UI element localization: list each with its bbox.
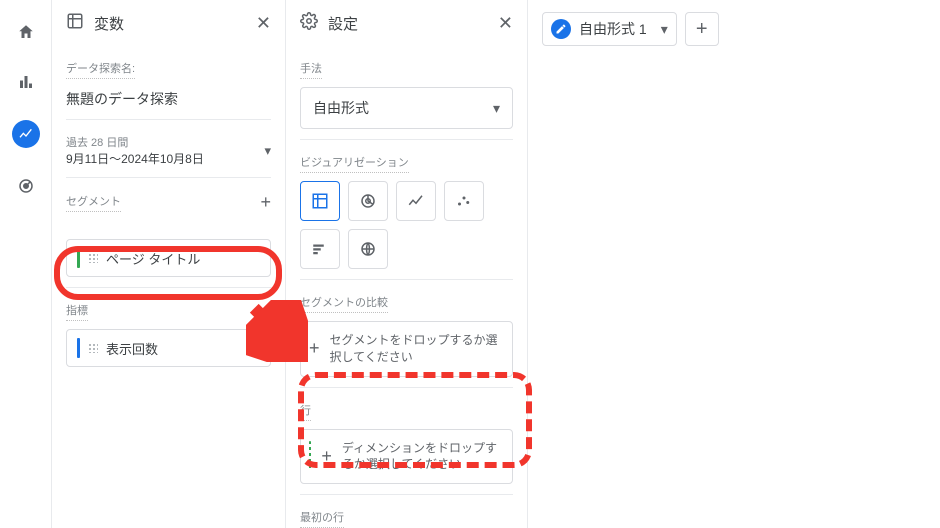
chevron-down-icon: ▾ [264,143,271,159]
chevron-down-icon: ▾ [493,100,500,117]
dimension-chip-page-title[interactable]: ページ タイトル [66,239,271,277]
segment-drop-text: セグメントをドロップするか選択してください [330,332,502,366]
viz-scatter-icon[interactable] [444,181,484,221]
method-select[interactable]: 自由形式 ▾ [300,87,513,129]
dimension-chip-label: ページ タイトル [106,249,200,268]
canvas-area: 自由形式 1 ▾ + [528,0,940,528]
segment-compare-label: セグメントの比較 [300,294,388,313]
plus-icon: + [321,444,332,469]
metric-chip-views[interactable]: 表示回数 [66,329,271,367]
home-icon[interactable] [14,20,38,44]
advertising-icon[interactable] [14,174,38,198]
plus-icon: + [309,336,320,361]
nav-rail [0,0,52,528]
first-row-label: 最初の行 [300,509,344,528]
settings-title: 設定 [328,13,488,34]
reports-icon[interactable] [14,70,38,94]
date-preset-label: 過去 28 日間 [66,134,256,150]
method-value: 自由形式 [313,98,369,118]
viz-bar-icon[interactable] [300,229,340,269]
variables-icon [66,12,84,34]
segments-label: セグメント [66,193,121,212]
viz-geo-icon[interactable] [348,229,388,269]
visualization-label: ビジュアリゼーション [300,154,409,173]
edit-icon [551,19,571,39]
date-range-text: 9月11日～2024年10月8日 [66,150,256,167]
add-tab-button[interactable]: + [685,12,719,46]
variables-title: 変数 [94,13,246,34]
drag-handle-icon [88,343,98,353]
method-label: 手法 [300,60,322,79]
tab-freeform-1[interactable]: 自由形式 1 ▾ [542,12,677,46]
chevron-down-icon: ▾ [661,21,668,38]
drag-handle-icon [88,253,98,263]
viz-line-icon[interactable] [396,181,436,221]
dimension-drop-text: ディメンションをドロップするか選択してください [342,440,502,474]
explore-icon[interactable] [12,120,40,148]
exploration-name[interactable]: 無題のデータ探索 [66,89,271,109]
segment-drop-zone[interactable]: + セグメントをドロップするか選択してください [300,321,513,377]
date-range-picker[interactable]: 過去 28 日間 9月11日～2024年10月8日 ▾ [66,119,271,177]
dimension-drop-zone[interactable]: + ディメンションをドロップするか選択してください [300,429,513,485]
tab-label: 自由形式 1 [579,19,647,39]
viz-table-icon[interactable] [300,181,340,221]
metrics-label: 指標 [66,302,88,321]
gear-icon [300,12,318,34]
exploration-name-label: データ探索名: [66,60,135,79]
add-segment-button[interactable]: + [260,192,271,213]
rows-label: 行 [300,402,311,421]
close-icon[interactable]: ✕ [498,13,513,34]
settings-panel: 設定 ✕ 手法 自由形式 ▾ ビジュアリゼーション [286,0,528,528]
metric-chip-label: 表示回数 [106,339,158,358]
close-icon[interactable]: ✕ [256,13,271,34]
viz-donut-icon[interactable] [348,181,388,221]
variables-panel: 変数 ✕ データ探索名: 無題のデータ探索 過去 28 日間 9月11日～202… [52,0,286,528]
